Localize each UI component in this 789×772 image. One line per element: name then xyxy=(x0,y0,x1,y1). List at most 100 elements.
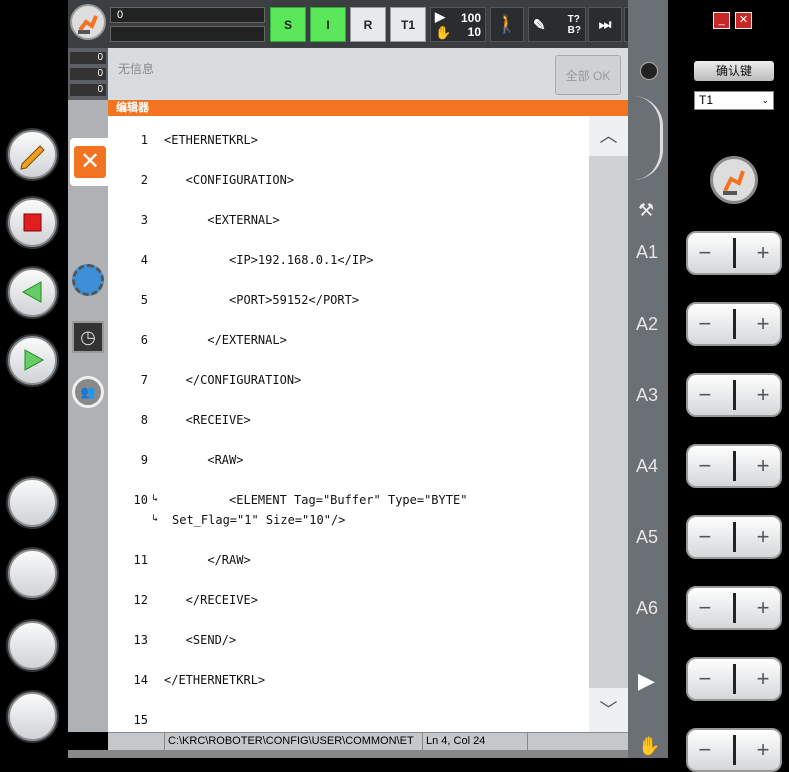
line-number: 1 xyxy=(140,133,148,147)
jog-play-icon[interactable]: ▶ xyxy=(638,668,655,694)
ack-all-button[interactable]: 全部 OK xyxy=(555,55,621,95)
code-editor[interactable]: 1 <ETHERNETKRL> 2 <CONFIGURATION> 3 <EXTERN… xyxy=(108,116,589,732)
close-icon: ✕ xyxy=(74,146,106,178)
minus-icon[interactable]: − xyxy=(699,737,712,763)
minus-icon[interactable]: − xyxy=(699,524,712,550)
robot-jog-button[interactable] xyxy=(710,156,758,204)
code-text[interactable]: </CONFIGURATION> xyxy=(164,373,302,387)
confirm-button[interactable]: 确认键 xyxy=(694,61,774,81)
plus-icon[interactable]: + xyxy=(757,524,770,550)
globe-icon[interactable] xyxy=(640,62,658,80)
coordinate-rotation-icon[interactable] xyxy=(633,96,663,180)
code-text[interactable]: <ELEMENT Tag="Buffer" Type="BYTE" xyxy=(164,493,467,507)
jog-hand-icon[interactable]: ✋ xyxy=(638,736,660,757)
robot-interpreter-field[interactable] xyxy=(110,26,265,42)
plus-icon[interactable]: + xyxy=(757,595,770,621)
tool-coordinate-icon[interactable]: ⚒ xyxy=(638,200,654,221)
settings-gear-icon[interactable] xyxy=(72,264,104,296)
close-editor-tab[interactable]: ✕ xyxy=(70,138,108,186)
softkey-4[interactable] xyxy=(8,692,57,741)
tool-label: T? xyxy=(567,13,580,25)
mode-select-value: T1 xyxy=(699,93,714,107)
edit-pencil-button[interactable] xyxy=(8,130,57,179)
user-group-icon[interactable]: 👥 xyxy=(72,376,104,408)
ack-count[interactable]: 0 xyxy=(70,52,106,64)
info-count[interactable]: 0 xyxy=(70,84,106,96)
mode-button[interactable]: T1 xyxy=(390,7,426,42)
jog-key-7[interactable]: − + xyxy=(686,657,782,701)
status-count[interactable]: 0 xyxy=(70,68,106,80)
status-bar: 0 S I R T1 ▶✋ 10010 🚶 ✎ T?B? ⏭ ∞ xyxy=(68,0,668,48)
plus-icon[interactable]: + xyxy=(757,311,770,337)
mode-select[interactable]: T1 ⌄ xyxy=(694,91,774,110)
axis-label-a5: A5 xyxy=(636,527,659,547)
softkey-bar xyxy=(68,750,628,758)
program-override: 100 xyxy=(460,10,481,25)
line-number: 12 xyxy=(133,593,148,607)
jog-mode-button[interactable]: 🚶 xyxy=(490,7,524,42)
stop-icon xyxy=(23,213,42,232)
plus-icon[interactable]: + xyxy=(757,240,770,266)
softkey-3[interactable] xyxy=(8,621,57,670)
plus-icon[interactable]: + xyxy=(757,666,770,692)
axis-label-a1: A1 xyxy=(636,242,659,262)
code-text[interactable]: <EXTERNAL> xyxy=(164,213,279,227)
minimize-icon[interactable]: _ xyxy=(713,12,730,29)
minus-icon[interactable]: − xyxy=(699,595,712,621)
minus-icon[interactable]: − xyxy=(699,240,712,266)
jog-a1[interactable]: − + xyxy=(686,231,782,275)
message-text: 无信息 xyxy=(118,62,155,76)
cursor-position: Ln 4, Col 24 xyxy=(422,733,528,750)
minus-icon[interactable]: − xyxy=(699,311,712,337)
minus-icon[interactable]: − xyxy=(699,666,712,692)
scroll-down-icon[interactable]: ﹀ xyxy=(589,688,628,732)
jog-override: 10 xyxy=(467,24,481,39)
stop-button[interactable] xyxy=(8,198,57,247)
editor-scrollbar[interactable]: ︿ ﹀ xyxy=(589,116,628,732)
close-window-icon[interactable]: ✕ xyxy=(735,12,752,29)
code-text[interactable]: Set_Flag="1" Size="10"/> xyxy=(172,513,345,527)
line-number: 7 xyxy=(140,373,148,387)
line-number: 9 xyxy=(140,453,148,467)
base-label: B? xyxy=(567,24,581,36)
jog-a6[interactable]: − + xyxy=(686,586,782,630)
jog-a5[interactable]: − + xyxy=(686,515,782,559)
code-text[interactable]: </RAW> xyxy=(164,553,250,567)
submit-interpreter-field[interactable]: 0 xyxy=(110,7,265,23)
drives-status-button[interactable]: I xyxy=(310,7,346,42)
robot-interpreter-button[interactable]: R xyxy=(350,7,386,42)
main-menu-button[interactable] xyxy=(70,4,106,40)
tool-base-button[interactable]: ✎ T? B? xyxy=(528,7,586,42)
jog-key-8[interactable]: − + xyxy=(686,728,782,772)
code-text[interactable]: <IP>192.168.0.1</IP> xyxy=(164,253,374,267)
jog-a4[interactable]: − + xyxy=(686,444,782,488)
code-text[interactable]: <RECEIVE> xyxy=(164,413,251,427)
message-counters: 0 0 0 xyxy=(68,48,108,100)
code-text[interactable]: <CONFIGURATION> xyxy=(164,173,294,187)
code-text[interactable]: </RECEIVE> xyxy=(164,593,258,607)
clock-icon[interactable]: ◷ xyxy=(72,321,104,353)
override-button[interactable]: ▶ ✋ 100 10 xyxy=(430,7,486,42)
minus-icon[interactable]: − xyxy=(699,453,712,479)
minus-icon[interactable]: − xyxy=(699,382,712,408)
code-text[interactable]: <ETHERNETKRL> xyxy=(164,133,258,147)
hand-icon: ✋ xyxy=(435,24,452,40)
code-text[interactable]: <SEND/> xyxy=(164,633,237,647)
scroll-up-icon[interactable]: ︿ xyxy=(589,116,628,156)
code-text[interactable]: </EXTERNAL> xyxy=(164,333,286,347)
jog-a3[interactable]: − + xyxy=(686,373,782,417)
run-forward-button[interactable] xyxy=(8,336,57,385)
plus-icon[interactable]: + xyxy=(757,382,770,408)
plus-icon[interactable]: + xyxy=(757,453,770,479)
softkey-2[interactable] xyxy=(8,549,57,598)
run-mode-button[interactable]: ⏭ xyxy=(588,7,622,42)
code-text[interactable]: </ETHERNETKRL> xyxy=(164,673,265,687)
softkey-1[interactable] xyxy=(8,478,57,527)
code-text[interactable]: <RAW> xyxy=(164,453,243,467)
jog-a2[interactable]: − + xyxy=(686,302,782,346)
tool-icon: ✎ xyxy=(533,16,546,34)
submit-status-button[interactable]: S xyxy=(270,7,306,42)
code-text[interactable]: <PORT>59152</PORT> xyxy=(164,293,359,307)
run-backward-button[interactable] xyxy=(8,268,57,317)
plus-icon[interactable]: + xyxy=(757,737,770,763)
